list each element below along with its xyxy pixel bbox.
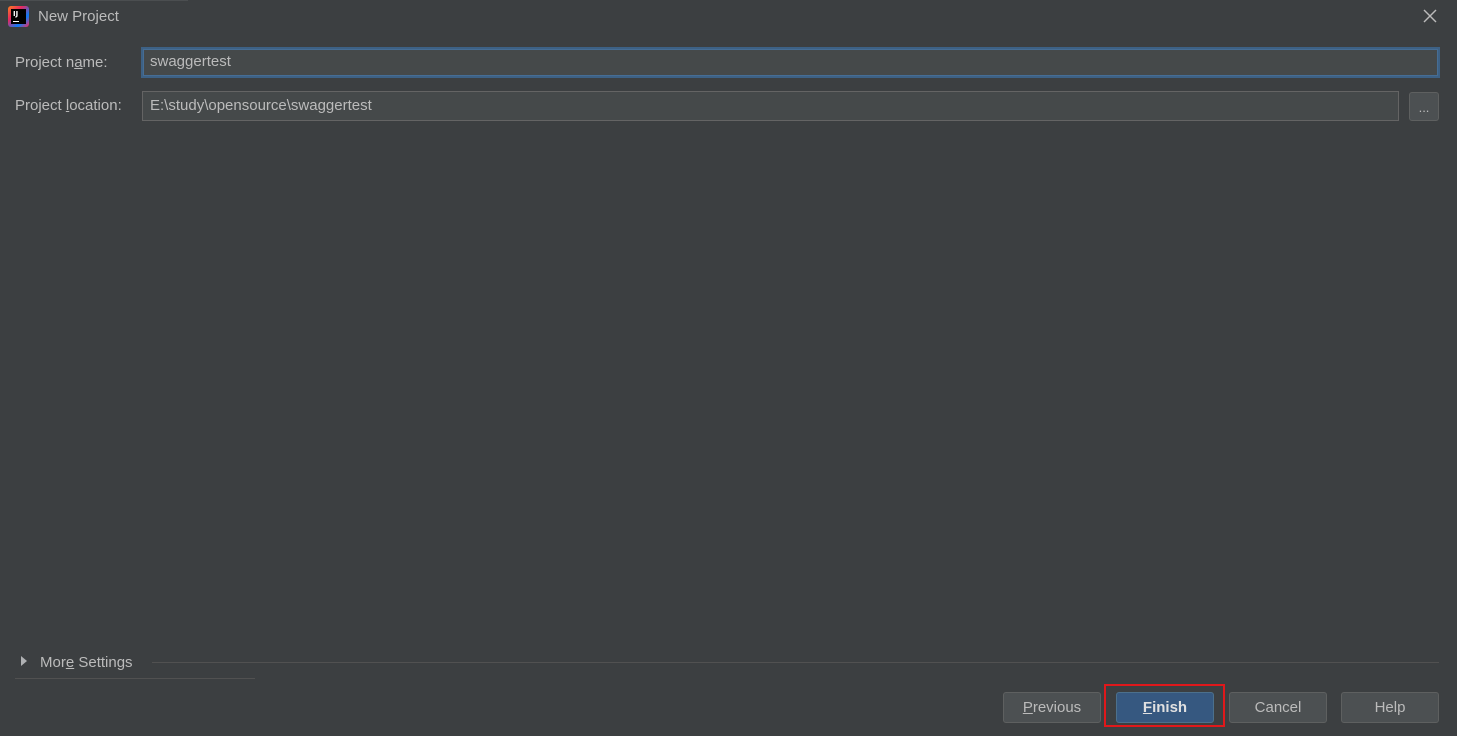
browse-button[interactable]: ... (1409, 92, 1439, 121)
project-name-label: Project name: (15, 54, 108, 71)
new-project-dialog: IJ New Project Project name: swaggertest… (0, 0, 1457, 736)
close-icon[interactable] (1421, 7, 1439, 25)
previous-button[interactable]: Previous (1003, 692, 1101, 723)
more-settings-divider (152, 662, 1439, 663)
cancel-button[interactable]: Cancel (1229, 692, 1327, 723)
intellij-idea-icon: IJ (8, 6, 29, 27)
project-location-label: Project location: (15, 97, 122, 114)
title-divider (0, 0, 188, 1)
finish-button[interactable]: Finish (1116, 692, 1214, 723)
project-location-input[interactable]: E:\study\opensource\swaggertest (142, 91, 1399, 121)
title-bar: IJ New Project (0, 0, 1457, 34)
more-settings-label: More Settings (40, 654, 133, 671)
window-title: New Project (38, 8, 119, 25)
help-button[interactable]: Help (1341, 692, 1439, 723)
expand-triangle-icon (21, 656, 27, 666)
more-settings-underline (15, 678, 255, 679)
project-name-input[interactable]: swaggertest (141, 47, 1440, 78)
